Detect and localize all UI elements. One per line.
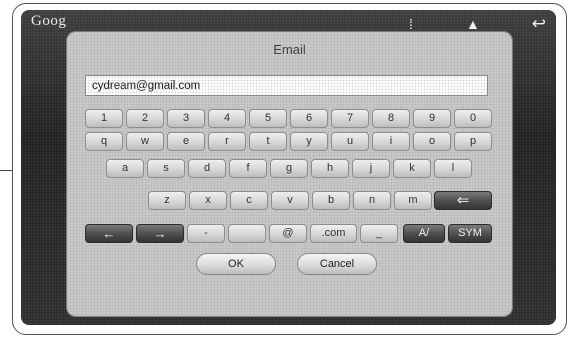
- key-v[interactable]: v: [271, 191, 309, 210]
- space-key[interactable]: [228, 224, 266, 243]
- ok-button[interactable]: OK: [196, 253, 276, 275]
- email-keyboard-dialog: Email cydream@gmail.com 1 2 3 4 5 6 7 8 …: [66, 31, 513, 317]
- key-i[interactable]: i: [372, 132, 410, 151]
- case-toggle-key[interactable]: A/: [403, 224, 445, 243]
- key-1[interactable]: 1: [85, 109, 123, 128]
- key-s[interactable]: s: [147, 159, 185, 178]
- key-m[interactable]: m: [394, 191, 432, 210]
- key-8[interactable]: 8: [372, 109, 410, 128]
- underscore-key[interactable]: _: [360, 224, 398, 243]
- key-t[interactable]: t: [249, 132, 287, 151]
- dialog-title: Email: [273, 42, 306, 57]
- at-key[interactable]: @: [269, 224, 307, 243]
- key-9[interactable]: 9: [413, 109, 451, 128]
- key-g[interactable]: g: [270, 159, 308, 178]
- backspace-key[interactable]: ⇐: [434, 191, 492, 210]
- dotcom-key[interactable]: .com: [310, 224, 357, 243]
- key-c[interactable]: c: [230, 191, 268, 210]
- cursor-left-key[interactable]: ←: [85, 224, 133, 243]
- symbols-key[interactable]: SYM: [448, 224, 492, 243]
- google-logo: Goog: [31, 13, 67, 29]
- key-q[interactable]: q: [85, 132, 123, 151]
- key-6[interactable]: 6: [290, 109, 328, 128]
- key-0[interactable]: 0: [454, 109, 492, 128]
- key-r[interactable]: r: [208, 132, 246, 151]
- key-y[interactable]: y: [290, 132, 328, 151]
- key-7[interactable]: 7: [331, 109, 369, 128]
- dash-key[interactable]: -: [187, 224, 225, 243]
- key-w[interactable]: w: [126, 132, 164, 151]
- key-d[interactable]: d: [188, 159, 226, 178]
- key-f[interactable]: f: [229, 159, 267, 178]
- tv-screen: Goog ⁞ ▲ ↩ Email cydream@gmail.com 1 2 3…: [21, 10, 556, 325]
- key-b[interactable]: b: [312, 191, 350, 210]
- key-o[interactable]: o: [413, 132, 451, 151]
- key-5[interactable]: 5: [249, 109, 287, 128]
- key-h[interactable]: h: [311, 159, 349, 178]
- email-field[interactable]: cydream@gmail.com: [85, 75, 488, 96]
- key-a[interactable]: a: [106, 159, 144, 178]
- key-k[interactable]: k: [393, 159, 431, 178]
- key-j[interactable]: j: [352, 159, 390, 178]
- cursor-right-key[interactable]: →: [136, 224, 184, 243]
- key-4[interactable]: 4: [208, 109, 246, 128]
- key-l[interactable]: l: [434, 159, 472, 178]
- key-x[interactable]: x: [189, 191, 227, 210]
- key-u[interactable]: u: [331, 132, 369, 151]
- key-2[interactable]: 2: [126, 109, 164, 128]
- key-n[interactable]: n: [353, 191, 391, 210]
- cancel-button[interactable]: Cancel: [297, 253, 377, 275]
- key-p[interactable]: p: [454, 132, 492, 151]
- home-icon[interactable]: ▲: [466, 16, 480, 32]
- key-z[interactable]: z: [148, 191, 186, 210]
- signal-icon: ⁞: [409, 16, 413, 32]
- back-icon[interactable]: ↩: [532, 14, 546, 34]
- key-e[interactable]: e: [167, 132, 205, 151]
- key-3[interactable]: 3: [167, 109, 205, 128]
